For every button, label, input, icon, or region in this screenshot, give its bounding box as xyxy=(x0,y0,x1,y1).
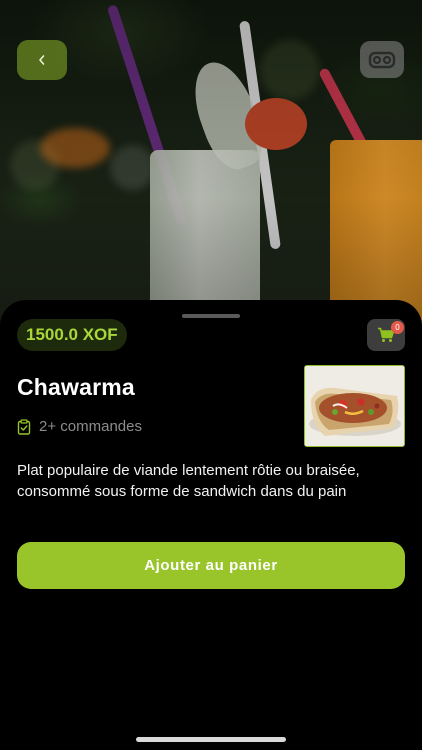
price-badge: 1500.0 XOF xyxy=(17,319,127,351)
back-button[interactable] xyxy=(17,40,67,80)
orders-count: 2+ commandes xyxy=(17,418,142,435)
product-title: Chawarma xyxy=(17,374,135,400)
cart-count-badge: 0 xyxy=(391,321,404,334)
chevron-left-icon xyxy=(39,55,45,65)
product-detail-screen: 1500.0 XOF 0 Chawarma 2+ commandes Plat … xyxy=(0,0,422,750)
add-to-cart-button[interactable]: Ajouter au panier xyxy=(17,542,405,589)
clipboard-check-icon xyxy=(17,418,31,435)
home-indicator xyxy=(136,737,286,742)
drag-handle[interactable] xyxy=(182,314,240,318)
vr-view-button[interactable] xyxy=(360,41,404,78)
orders-label: 2+ commandes xyxy=(39,418,142,435)
vr-headset-icon xyxy=(368,51,396,68)
product-description: Plat populaire de viande lentement rôtie… xyxy=(17,462,360,500)
product-thumbnail[interactable] xyxy=(304,365,405,447)
